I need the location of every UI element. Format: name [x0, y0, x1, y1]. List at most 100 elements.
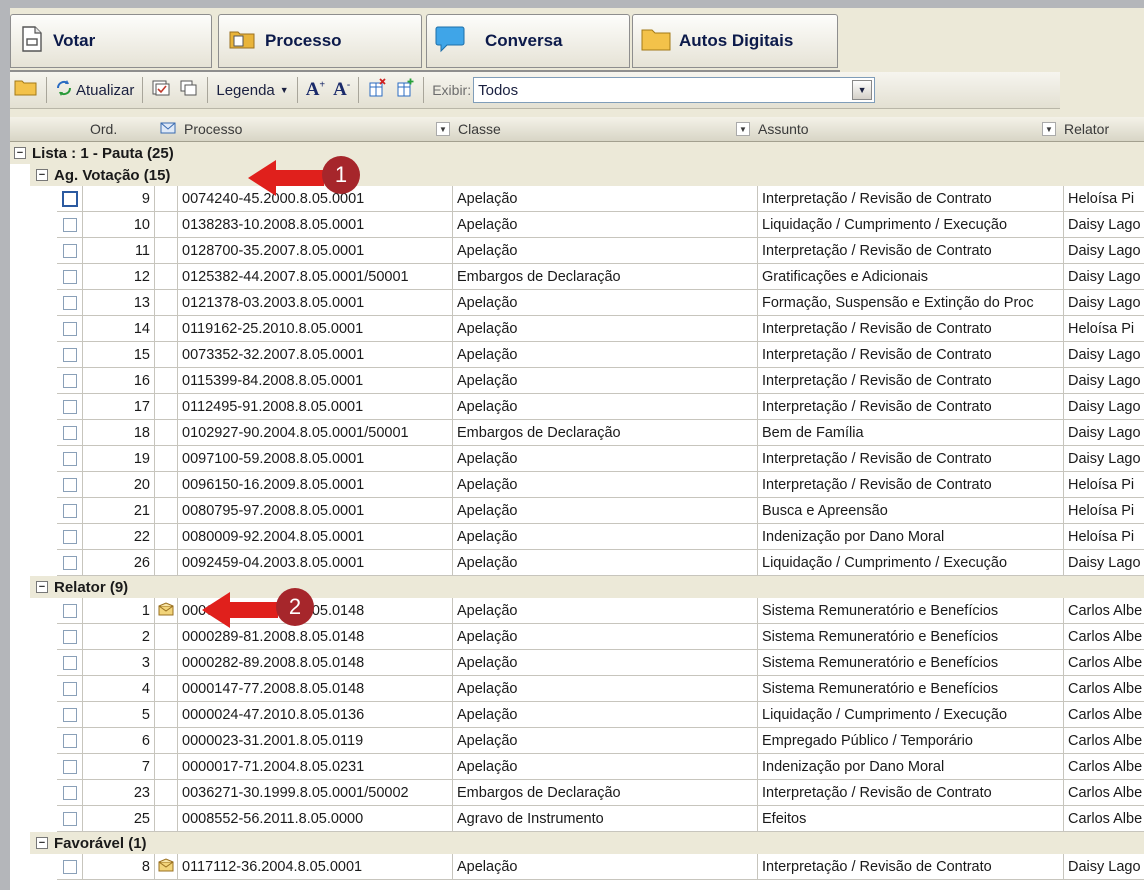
row-checkbox[interactable] — [62, 707, 77, 722]
table-row[interactable]: 16 0115399-84.2008.8.05.0001 Apelação Inter… — [10, 368, 1144, 394]
row-checkbox[interactable] — [62, 555, 77, 570]
collapse-icon[interactable]: − — [36, 581, 48, 593]
collapse-icon[interactable]: − — [14, 147, 26, 159]
copy-button[interactable] — [175, 75, 203, 105]
table-row[interactable]: 5 0000024-47.2010.8.05.0136 Apelação Liquid… — [10, 702, 1144, 728]
row-checkbox-cell — [57, 368, 83, 394]
row-checkbox[interactable] — [62, 811, 77, 826]
row-checkbox[interactable] — [62, 629, 77, 644]
table-row[interactable]: 13 0121378-03.2003.8.05.0001 Apelação Forma… — [10, 290, 1144, 316]
table-row[interactable]: 9 0074240-45.2000.8.05.0001 Apelação Interp… — [10, 186, 1144, 212]
row-checkbox[interactable] — [62, 603, 77, 618]
column-header-label: Processo — [184, 121, 243, 137]
row-checkbox[interactable] — [62, 243, 77, 258]
row-checkbox[interactable] — [62, 269, 77, 284]
filter-dropdown-icon[interactable]: ▼ — [436, 122, 450, 136]
table-row[interactable]: 6 0000023-31.2001.8.05.0119 Apelação Empreg… — [10, 728, 1144, 754]
assunto-cell: Interpretação / Revisão de Contrato — [758, 446, 1064, 472]
tab-processo[interactable]: Processo — [218, 14, 422, 68]
row-checkbox[interactable] — [62, 681, 77, 696]
group-header-band — [30, 832, 1144, 854]
classe-cell: Apelação — [453, 316, 758, 342]
row-checkbox[interactable] — [62, 759, 77, 774]
group-header[interactable]: − Favorável (1) — [36, 832, 147, 854]
table-row[interactable]: 10000195-88.2008.8.05.0148ApelaçãoSistem… — [10, 598, 1144, 624]
row-checkbox[interactable] — [62, 785, 77, 800]
column-header-label: Classe — [458, 121, 501, 137]
processo-cell: 0000282-89.2008.8.05.0148 — [178, 650, 453, 676]
classe-cell: Apelação — [453, 754, 758, 780]
tab-autos-digitais[interactable]: Autos Digitais — [632, 14, 838, 68]
table-row[interactable]: 26 0092459-04.2003.8.05.0001 Apelação Liqui… — [10, 550, 1144, 576]
table-row[interactable]: 18 0102927-90.2004.8.05.0001/50001 Embargo… — [10, 420, 1144, 446]
open-folder-button[interactable] — [10, 75, 42, 105]
chat-bubble-icon — [435, 25, 465, 58]
collapse-icon[interactable]: − — [36, 837, 48, 849]
row-checkbox[interactable] — [61, 190, 78, 207]
envelope-icon[interactable] — [158, 857, 174, 876]
ord-cell: 11 — [83, 238, 155, 264]
column-header-ord[interactable]: Ord. — [90, 117, 117, 141]
row-checkbox[interactable] — [62, 529, 77, 544]
table-row[interactable]: 10 0138283-10.2008.8.05.0001 Apelação Liqui… — [10, 212, 1144, 238]
table-row[interactable]: 23 0036271-30.1999.8.05.0001/50002 Embargo… — [10, 780, 1144, 806]
group-header[interactable]: − Relator (9) — [36, 576, 128, 598]
group-header[interactable]: − Ag. Votação (15) — [36, 164, 170, 186]
processo-cell: 0138283-10.2008.8.05.0001 — [178, 212, 453, 238]
tab-votar[interactable]: Votar — [10, 14, 212, 68]
row-checkbox[interactable] — [62, 295, 77, 310]
row-checkbox[interactable] — [62, 451, 77, 466]
table-row[interactable]: 17 0112495-91.2008.8.05.0001 Apelação Inter… — [10, 394, 1144, 420]
table-row[interactable]: 2 0000289-81.2008.8.05.0148 Apelação Sistem… — [10, 624, 1144, 650]
column-header-relator[interactable]: ▼ Relator — [1042, 117, 1109, 141]
table-row[interactable]: 19 0097100-59.2008.8.05.0001 Apelação Inter… — [10, 446, 1144, 472]
group-header-band — [30, 164, 1144, 186]
table-row[interactable]: 8 0117112-36.2004.8.05.0001 Apelação Interp… — [10, 854, 1144, 880]
processo-cell: 0000023-31.2001.8.05.0119 — [178, 728, 453, 754]
filter-dropdown-icon[interactable]: ▼ — [1042, 122, 1056, 136]
row-checkbox[interactable] — [62, 373, 77, 388]
row-checkbox-cell — [57, 498, 83, 524]
table-row[interactable]: 20 0096150-16.2009.8.05.0001 Apelação Inter… — [10, 472, 1144, 498]
refresh-button[interactable]: Atualizar — [51, 75, 138, 105]
row-checkbox[interactable] — [62, 217, 77, 232]
remove-column-button[interactable] — [363, 75, 391, 105]
table-row[interactable]: 4 0000147-77.2008.8.05.0148 Apelação Sistem… — [10, 676, 1144, 702]
chevron-down-icon[interactable]: ▼ — [852, 80, 873, 100]
column-header-assunto[interactable]: ▼ Assunto — [736, 117, 809, 141]
row-checkbox[interactable] — [62, 399, 77, 414]
select-all-button[interactable] — [147, 75, 175, 105]
table-row[interactable]: 3 0000282-89.2008.8.05.0148 Apelação Sistem… — [10, 650, 1144, 676]
row-checkbox[interactable] — [62, 733, 77, 748]
filter-dropdown-icon[interactable]: ▼ — [736, 122, 750, 136]
table-row[interactable]: 25 0008552-56.2011.8.05.0000 Agravo de Ins… — [10, 806, 1144, 832]
table-row[interactable]: 11 0128700-35.2007.8.05.0001 Apelação Inter… — [10, 238, 1144, 264]
add-column-button[interactable] — [391, 75, 419, 105]
row-checkbox[interactable] — [62, 655, 77, 670]
table-row[interactable]: 12 0125382-44.2007.8.05.0001/50001 Embargo… — [10, 264, 1144, 290]
row-checkbox[interactable] — [62, 321, 77, 336]
list-header[interactable]: − Lista : 1 - Pauta (25) — [14, 142, 174, 164]
classe-cell: Apelação — [453, 446, 758, 472]
column-header-classe[interactable]: ▼ Classe — [436, 117, 501, 141]
row-checkbox[interactable] — [62, 859, 77, 874]
table-row[interactable]: 22 0080009-92.2004.8.05.0001 Apelação Inden… — [10, 524, 1144, 550]
table-row[interactable]: 7 0000017-71.2004.8.05.0231 Apelação Indeni… — [10, 754, 1144, 780]
table-row[interactable]: 15 0073352-32.2007.8.05.0001 Apelação Inter… — [10, 342, 1144, 368]
column-header-processo[interactable]: Processo — [160, 117, 242, 141]
row-checkbox[interactable] — [62, 477, 77, 492]
row-checkbox[interactable] — [62, 503, 77, 518]
exibir-select[interactable]: Todos ▼ — [473, 77, 876, 103]
row-checkbox[interactable] — [62, 425, 77, 440]
table-row[interactable]: 14 0119162-25.2010.8.05.0001 Apelação Inter… — [10, 316, 1144, 342]
font-increase-button[interactable]: A+ — [302, 75, 329, 105]
tab-conversa[interactable]: Conversa — [426, 14, 630, 68]
collapse-icon[interactable]: − — [36, 169, 48, 181]
processo-cell: 0125382-44.2007.8.05.0001/50001 — [178, 264, 453, 290]
font-decrease-button[interactable]: A- — [329, 75, 354, 105]
table-row[interactable]: 21 0080795-97.2008.8.05.0001 Apelação Busca… — [10, 498, 1144, 524]
row-checkbox[interactable] — [62, 347, 77, 362]
legend-dropdown[interactable]: Legenda ▼ — [212, 75, 292, 105]
envelope-icon[interactable] — [158, 601, 174, 620]
group-title: Favorável (1) — [54, 834, 147, 852]
